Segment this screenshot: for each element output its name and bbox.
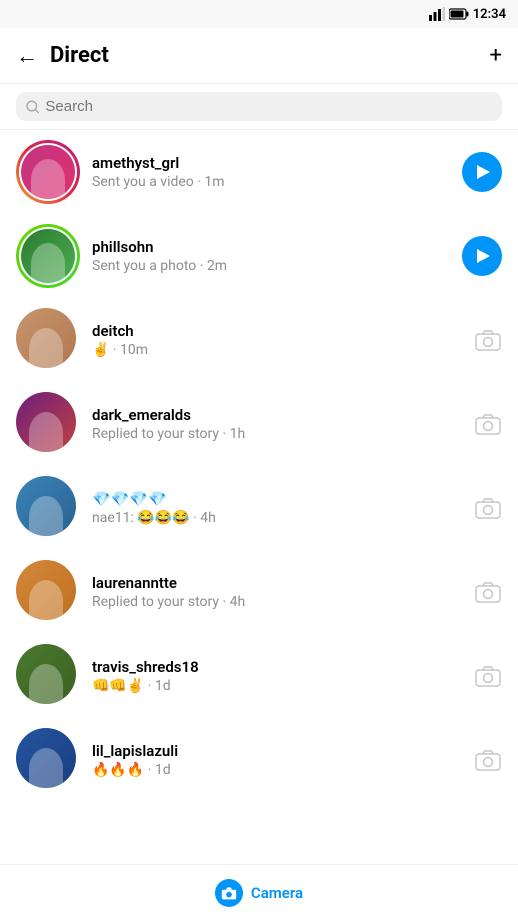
message-content: deitch ✌️ · 10m — [92, 322, 462, 358]
play-icon — [477, 249, 490, 263]
signal-icon — [429, 7, 445, 21]
message-username: lil_lapislazuli — [92, 742, 462, 760]
message-list: amethyst_grl Sent you a video · 1m phillso… — [0, 130, 518, 802]
page-title: Direct — [50, 43, 490, 68]
header: ← Direct + — [0, 28, 518, 84]
avatar — [16, 476, 80, 540]
avatar — [16, 308, 80, 372]
camera-label[interactable]: Camera — [251, 884, 303, 902]
list-item[interactable]: phillsohn Sent you a photo · 2m — [0, 214, 518, 298]
camera-action-icon[interactable] — [474, 578, 502, 606]
message-action[interactable] — [474, 326, 502, 354]
message-preview: Replied to your story · 4h — [92, 594, 462, 610]
message-action[interactable] — [462, 152, 502, 192]
status-icons: 12:34 — [429, 7, 506, 22]
list-item[interactable]: amethyst_grl Sent you a video · 1m — [0, 130, 518, 214]
message-username: deitch — [92, 322, 462, 340]
camera-action-icon[interactable] — [474, 410, 502, 438]
list-item[interactable]: 💎💎💎💎 nae11: 😂😂😂 · 4h — [0, 466, 518, 550]
camera-action-icon[interactable] — [474, 662, 502, 690]
camera-icon-bottom — [221, 886, 237, 900]
avatar — [16, 224, 80, 288]
list-item[interactable]: deitch ✌️ · 10m — [0, 298, 518, 382]
camera-action-icon[interactable] — [474, 746, 502, 774]
avatar — [16, 140, 80, 204]
search-icon — [26, 100, 39, 114]
camera-action-icon[interactable] — [474, 326, 502, 354]
message-preview: 🔥🔥🔥 · 1d — [92, 762, 462, 778]
play-icon — [477, 165, 490, 179]
status-time: 12:34 — [473, 7, 506, 22]
message-preview: nae11: 😂😂😂 · 4h — [92, 510, 462, 526]
message-action[interactable] — [474, 578, 502, 606]
message-content: lil_lapislazuli 🔥🔥🔥 · 1d — [92, 742, 462, 778]
message-preview: Sent you a video · 1m — [92, 174, 450, 190]
play-button[interactable] — [462, 236, 502, 276]
message-username: amethyst_grl — [92, 154, 450, 172]
message-content: amethyst_grl Sent you a video · 1m — [92, 154, 450, 190]
message-preview: ✌️ · 10m — [92, 342, 462, 358]
message-action[interactable] — [474, 494, 502, 522]
message-preview: 👊👊✌️ · 1d — [92, 678, 462, 694]
search-input[interactable] — [45, 98, 492, 115]
list-item[interactable]: dark_emeralds Replied to your story · 1h — [0, 382, 518, 466]
play-button[interactable] — [462, 152, 502, 192]
search-container — [0, 84, 518, 130]
message-username: dark_emeralds — [92, 406, 462, 424]
battery-icon — [449, 8, 469, 20]
message-username: 💎💎💎💎 — [92, 490, 462, 508]
message-action[interactable] — [474, 746, 502, 774]
message-action[interactable] — [474, 662, 502, 690]
message-content: travis_shreds18 👊👊✌️ · 1d — [92, 658, 462, 694]
bottom-bar: Camera — [0, 864, 518, 920]
list-item[interactable]: lil_lapislazuli 🔥🔥🔥 · 1d — [0, 718, 518, 802]
message-username: travis_shreds18 — [92, 658, 462, 676]
avatar — [16, 728, 80, 792]
list-item[interactable]: laurenanntte Replied to your story · 4h — [0, 550, 518, 634]
avatar — [16, 392, 80, 456]
message-content: 💎💎💎💎 nae11: 😂😂😂 · 4h — [92, 490, 462, 526]
avatar — [16, 644, 80, 708]
message-content: laurenanntte Replied to your story · 4h — [92, 574, 462, 610]
message-preview: Sent you a photo · 2m — [92, 258, 450, 274]
message-username: laurenanntte — [92, 574, 462, 592]
message-preview: Replied to your story · 1h — [92, 426, 462, 442]
message-username: phillsohn — [92, 238, 450, 256]
message-content: phillsohn Sent you a photo · 2m — [92, 238, 450, 274]
avatar — [16, 560, 80, 624]
message-action[interactable] — [462, 236, 502, 276]
list-item[interactable]: travis_shreds18 👊👊✌️ · 1d — [0, 634, 518, 718]
camera-bottom-icon — [215, 879, 243, 907]
message-action[interactable] — [474, 410, 502, 438]
add-button[interactable]: + — [490, 43, 502, 68]
back-button[interactable]: ← — [16, 43, 38, 69]
status-bar: 12:34 — [0, 0, 518, 28]
search-wrapper — [16, 92, 502, 121]
message-content: dark_emeralds Replied to your story · 1h — [92, 406, 462, 442]
camera-action-icon[interactable] — [474, 494, 502, 522]
